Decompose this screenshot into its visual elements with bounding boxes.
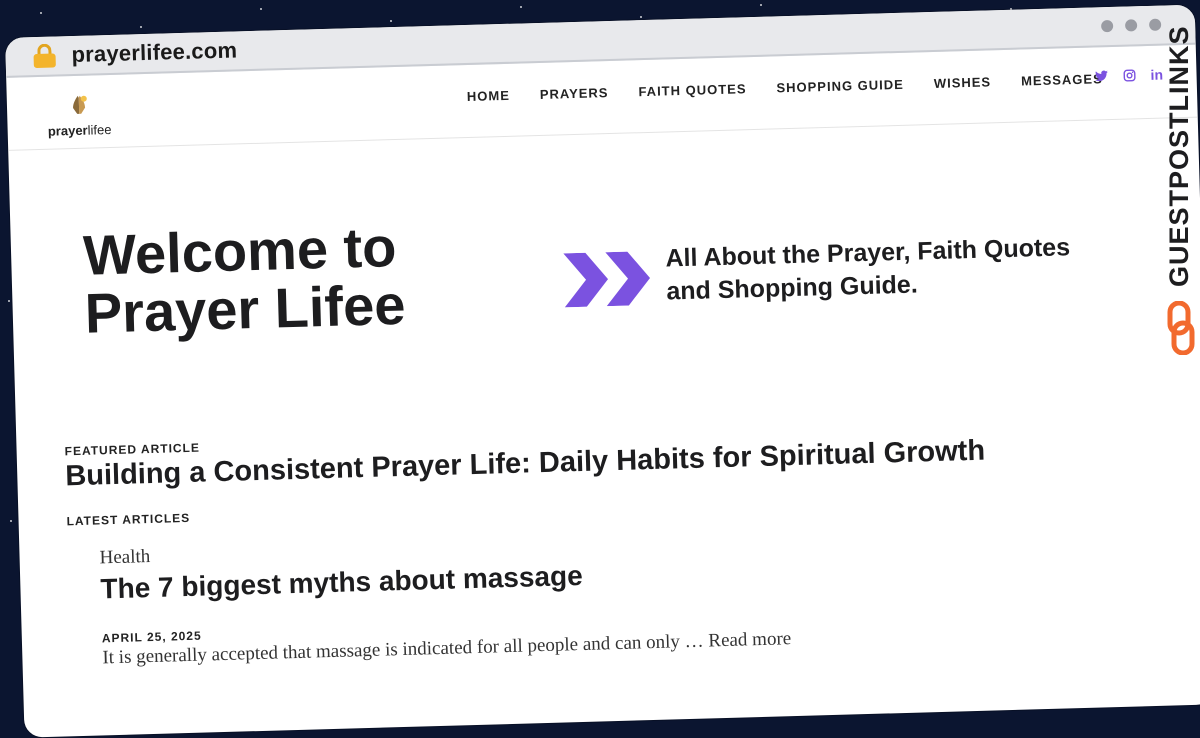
nav-prayers[interactable]: PRAYERS bbox=[540, 85, 609, 102]
twitter-icon[interactable] bbox=[1094, 69, 1108, 83]
latest-section: LATEST ARTICLES bbox=[66, 511, 190, 528]
browser-window: prayerlifee.com prayerlifee HOME PRAYERS… bbox=[5, 4, 1200, 738]
praying-hands-icon bbox=[73, 95, 87, 114]
list-item: Health The 7 biggest myths about massage… bbox=[99, 528, 791, 669]
site-logo[interactable]: prayerlifee bbox=[39, 93, 120, 139]
window-dot-icon[interactable] bbox=[1100, 19, 1114, 33]
nav-shopping-guide[interactable]: SHOPPING GUIDE bbox=[776, 77, 904, 96]
double-chevron-icon bbox=[563, 251, 651, 308]
social-links: in bbox=[1094, 67, 1163, 84]
main-nav: HOME PRAYERS FAITH QUOTES SHOPPING GUIDE… bbox=[467, 71, 1103, 104]
nav-wishes[interactable]: WISHES bbox=[934, 74, 992, 91]
logo-text-suffix: lifee bbox=[87, 121, 112, 138]
featured-section: FEATURED ARTICLE Building a Consistent P… bbox=[64, 419, 985, 494]
window-controls bbox=[1100, 18, 1162, 33]
window-dot-icon[interactable] bbox=[1148, 18, 1162, 31]
watermark-text: GUESTPOSTLINKS bbox=[1164, 25, 1194, 287]
nav-home[interactable]: HOME bbox=[467, 88, 510, 104]
url-text[interactable]: prayerlifee.com bbox=[71, 37, 237, 68]
chain-link-icon bbox=[1167, 301, 1195, 355]
hero-subtitle: All About the Prayer, Faith Quotes and S… bbox=[665, 233, 1071, 306]
window-dot-icon[interactable] bbox=[1124, 19, 1138, 32]
latest-kicker: LATEST ARTICLES bbox=[66, 510, 191, 529]
logo-text-prefix: prayer bbox=[47, 122, 88, 139]
instagram-icon[interactable] bbox=[1122, 68, 1136, 82]
guestpostlinks-watermark: GUESTPOSTLINKS bbox=[1160, 25, 1200, 355]
nav-messages[interactable]: MESSAGES bbox=[1021, 71, 1103, 88]
hero-title: Welcome to Prayer Lifee bbox=[82, 215, 407, 345]
read-more-link[interactable]: Read more bbox=[708, 628, 791, 651]
hero-section: Welcome to Prayer Lifee All About the Pr… bbox=[8, 118, 1200, 401]
lock-icon bbox=[33, 43, 56, 69]
nav-faith-quotes[interactable]: FAITH QUOTES bbox=[638, 81, 746, 99]
